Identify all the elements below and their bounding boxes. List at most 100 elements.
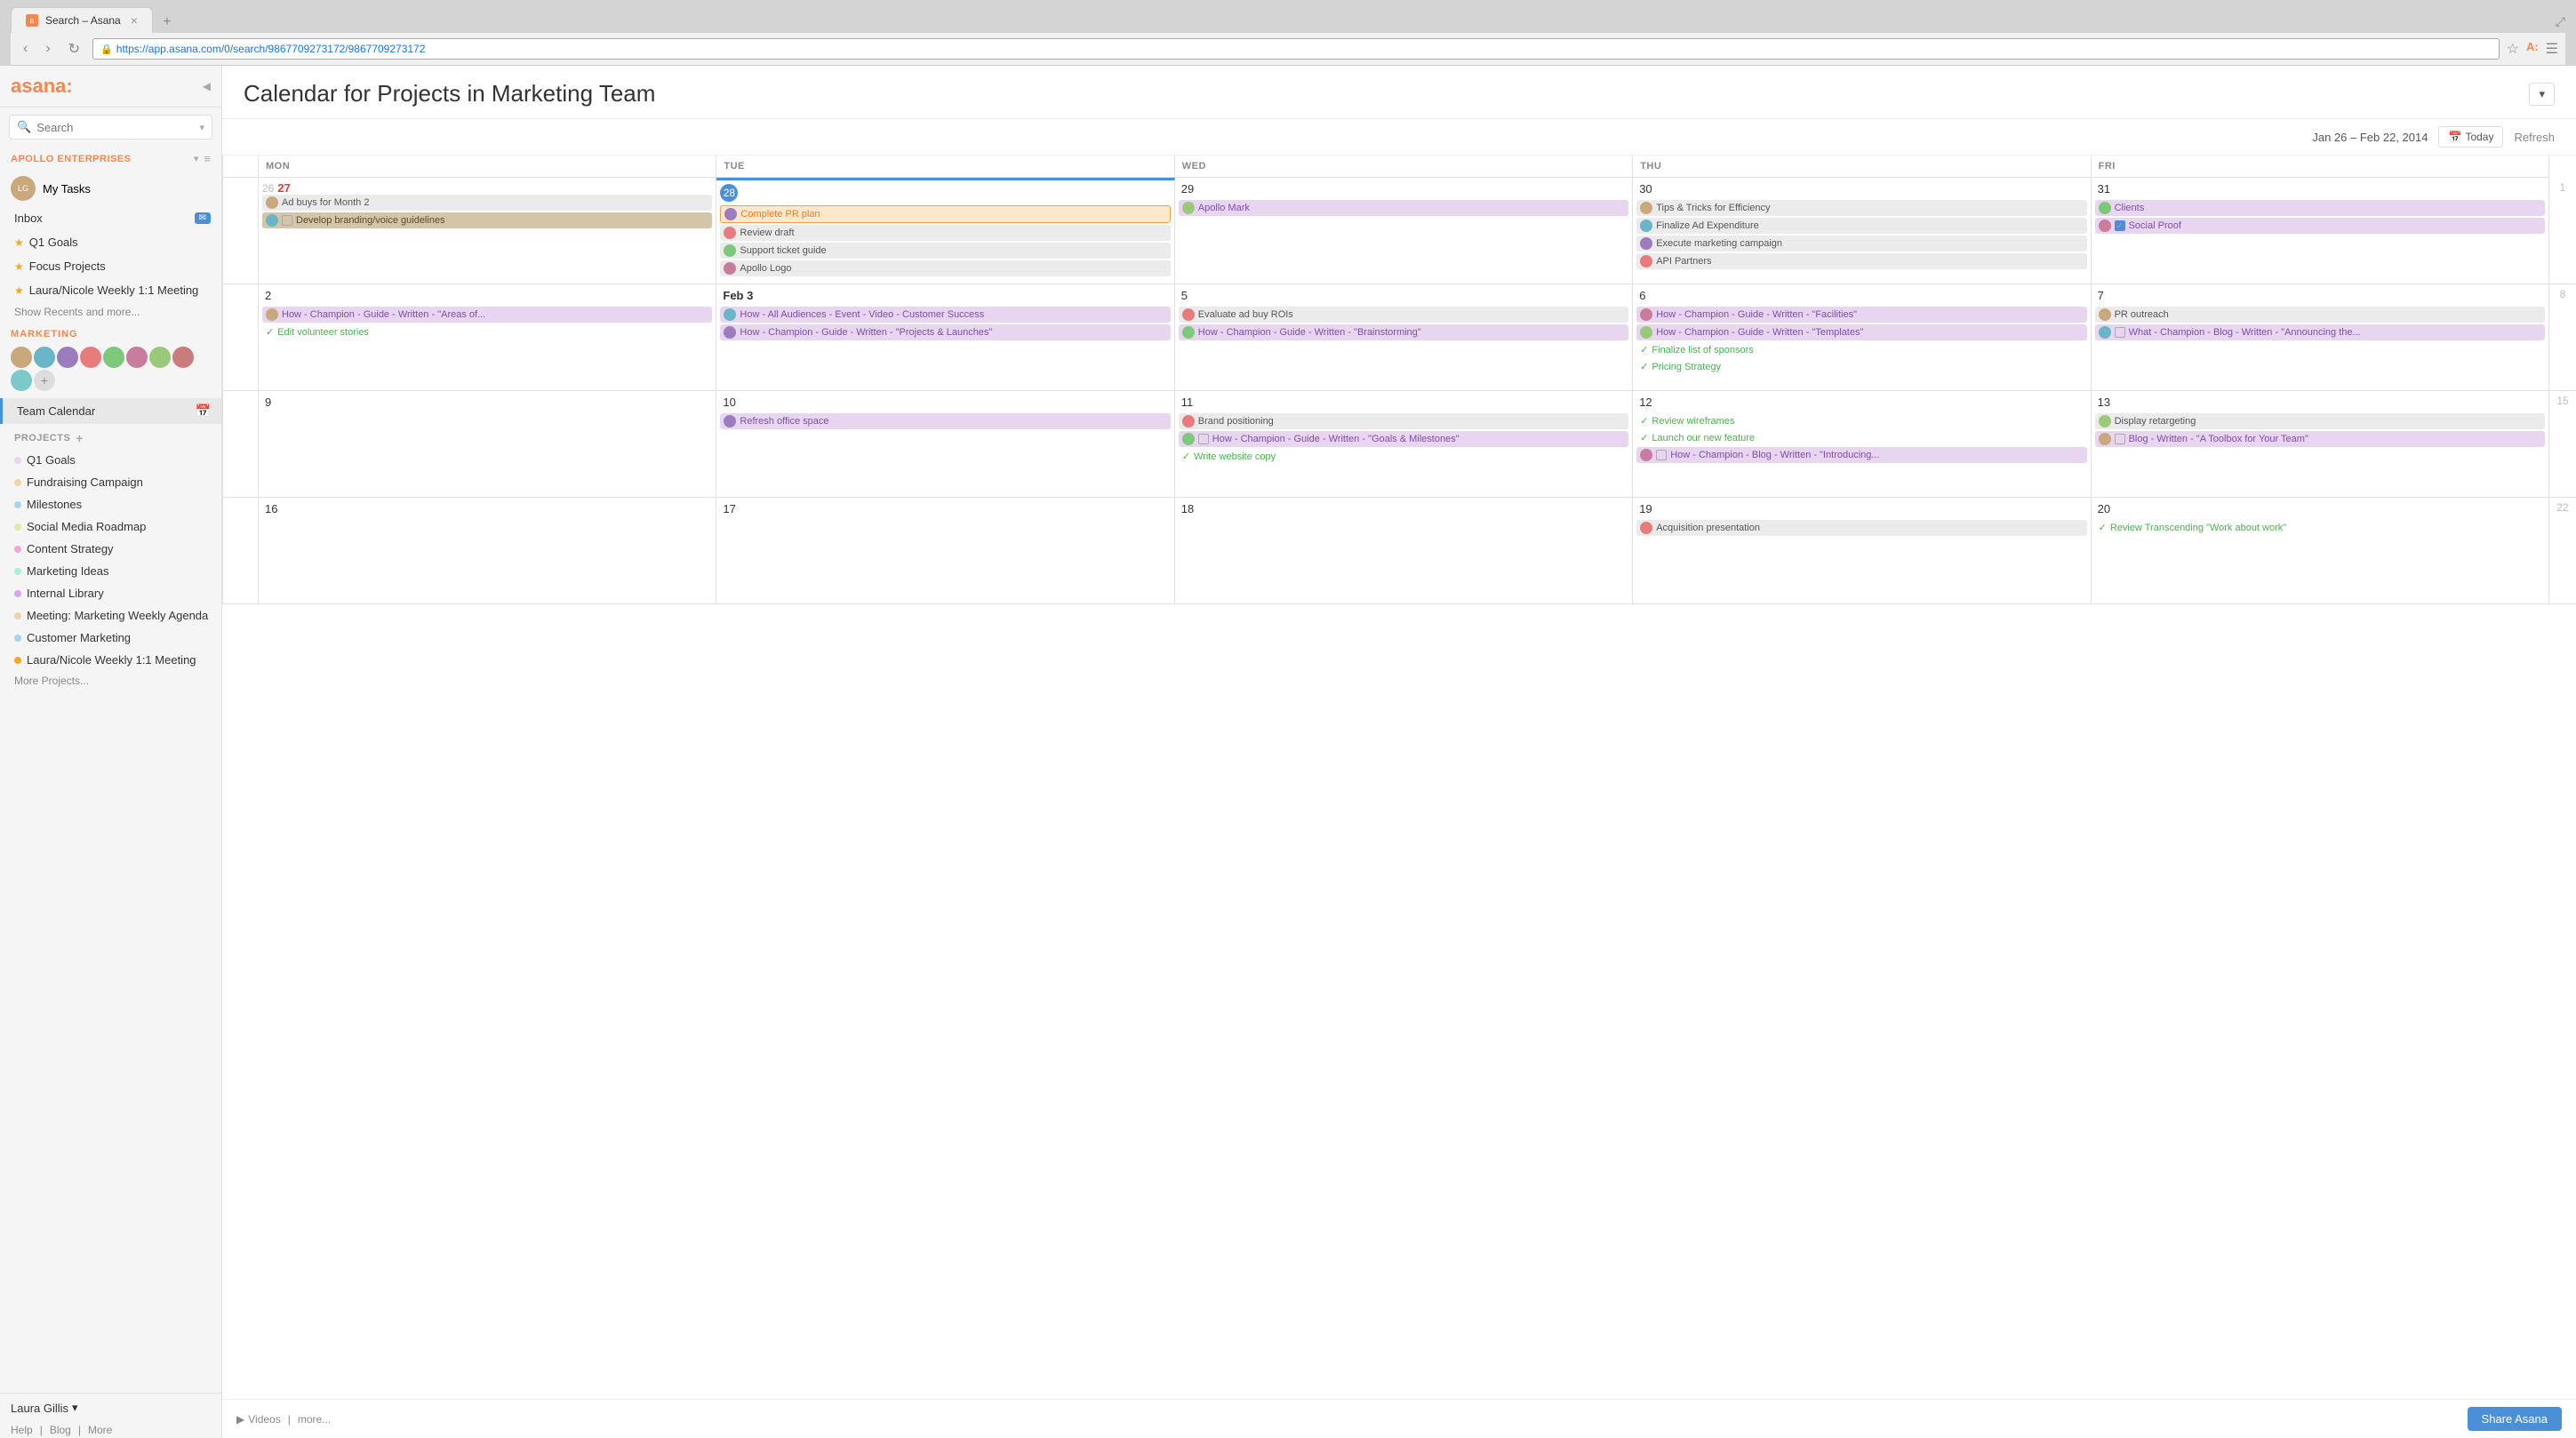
more-bottom-link[interactable]: more... xyxy=(298,1413,331,1426)
project-item-4[interactable]: Content Strategy xyxy=(0,538,221,560)
calendar-event[interactable]: Support ticket guide xyxy=(720,243,1170,259)
calendar-event[interactable]: Finalize Ad Expenditure xyxy=(1636,218,2086,234)
footer-user-btn[interactable]: Laura Gillis ▾ xyxy=(11,1401,78,1415)
calendar-event[interactable]: How - Champion - Guide - Written - "Brai… xyxy=(1179,324,1628,340)
url-bar[interactable]: 🔒 https://app.asana.com/0/search/9867709… xyxy=(92,38,2500,60)
inbox-item[interactable]: Inbox ✉ xyxy=(0,206,221,230)
today-btn[interactable]: 📅 Today xyxy=(2438,126,2503,148)
calendar-event[interactable]: How - All Audiences - Event - Video - Cu… xyxy=(720,307,1170,323)
project-item-0[interactable]: Q1 Goals xyxy=(0,449,221,471)
project-item-7[interactable]: Meeting: Marketing Weekly Agenda xyxy=(0,604,221,627)
show-recents-link[interactable]: Show Recents and more... xyxy=(0,302,221,322)
q1-goals-item[interactable]: ★ Q1 Goals xyxy=(0,230,221,254)
add-team-member-btn[interactable]: + xyxy=(34,370,55,391)
team-avatars-container: + xyxy=(0,343,221,398)
calendar-event[interactable]: How - Champion - Guide - Written - "Proj… xyxy=(720,324,1170,340)
calendar-event[interactable]: How - Champion - Blog - Written - "Intro… xyxy=(1636,447,2086,463)
calendar-event[interactable]: How - Champion - Guide - Written - "Temp… xyxy=(1636,324,2086,340)
my-tasks-item[interactable]: LG My Tasks xyxy=(0,171,221,206)
calendar-event[interactable]: Apollo Logo xyxy=(720,260,1170,276)
page-title: Calendar for Projects in Marketing Team xyxy=(244,80,655,108)
sidebar-header: asana: ◀ xyxy=(0,66,221,108)
project-item-9[interactable]: Laura/Nicole Weekly 1:1 Meeting xyxy=(0,649,221,671)
calendar-event[interactable]: API Partners xyxy=(1636,253,2086,269)
calendar-event[interactable]: ✓ Launch our new feature xyxy=(1636,430,2086,445)
calendar-event[interactable]: Develop branding/voice guidelines xyxy=(262,212,712,228)
project-item-6[interactable]: Internal Library xyxy=(0,582,221,604)
new-tab-btn[interactable]: + xyxy=(156,12,178,33)
calendar-event[interactable]: How - Champion - Guide - Written - "Area… xyxy=(262,307,712,323)
menu-browser-btn[interactable]: ☰ xyxy=(2546,40,2558,58)
calendar-event[interactable]: Evaluate ad buy ROIs xyxy=(1179,307,1628,323)
collapse-sidebar-btn[interactable]: ◀ xyxy=(203,80,211,92)
project-item-5[interactable]: Marketing Ideas xyxy=(0,560,221,582)
star-browser-btn[interactable]: ☆ xyxy=(2507,40,2519,58)
project-item-8[interactable]: Customer Marketing xyxy=(0,627,221,649)
asana-browser-icon[interactable]: A: xyxy=(2526,40,2539,58)
calendar-event[interactable]: ✓ Edit volunteer stories xyxy=(262,324,712,340)
sidebar-menu-icon[interactable]: ≡ xyxy=(204,152,211,165)
q1-goals-star: ★ xyxy=(14,236,24,249)
add-project-btn[interactable]: + xyxy=(76,431,84,445)
refresh-btn[interactable]: Refresh xyxy=(2514,131,2555,144)
calendar-event[interactable]: Ad buys for Month 2 xyxy=(262,195,712,211)
calendar-event[interactable]: Review draft xyxy=(720,225,1170,241)
bottom-bar: ▶ Videos | more... Share Asana xyxy=(222,1399,2576,1438)
expand-btn[interactable]: ⤢ xyxy=(2556,14,2565,33)
more-projects-link[interactable]: More Projects... xyxy=(0,671,221,691)
focus-projects-item[interactable]: ★ Focus Projects xyxy=(0,254,221,278)
team-avatar-1 xyxy=(11,347,32,368)
cal-day-w1-c4: 5Evaluate ad buy ROIsHow - Champion - Gu… xyxy=(1175,284,1633,391)
project-item-1[interactable]: Fundraising Campaign xyxy=(0,471,221,493)
inbox-badge: ✉ xyxy=(195,212,211,224)
org-header[interactable]: APOLLO ENTERPRISES ▾ ≡ xyxy=(0,147,221,171)
calendar-event[interactable]: How - Champion - Guide - Written - "Goal… xyxy=(1179,431,1628,447)
calendar-event[interactable]: Complete PR plan xyxy=(720,205,1170,223)
calendar-event[interactable]: PR outreach xyxy=(2095,307,2545,323)
org-name: APOLLO ENTERPRISES xyxy=(11,154,132,164)
calendar-event[interactable]: Acquisition presentation xyxy=(1636,520,2086,536)
project-dot xyxy=(14,523,21,531)
project-dot xyxy=(14,479,21,486)
share-asana-btn[interactable]: Share Asana xyxy=(2468,1407,2562,1431)
project-dot xyxy=(14,657,21,664)
calendar-event[interactable]: Brand positioning xyxy=(1179,413,1628,429)
forward-btn[interactable]: › xyxy=(40,39,55,59)
search-dropdown-btn[interactable]: ▾ xyxy=(199,122,204,133)
team-avatar-2 xyxy=(34,347,55,368)
week-num-header xyxy=(223,156,259,178)
calendar-event[interactable]: Clients xyxy=(2095,200,2545,216)
team-calendar-item[interactable]: Team Calendar 📅 xyxy=(0,398,221,424)
calendar-event[interactable]: ✓ Pricing Strategy xyxy=(1636,359,2086,374)
back-btn[interactable]: ‹ xyxy=(18,39,33,59)
search-input[interactable] xyxy=(36,121,194,134)
laura-meeting-item[interactable]: ★ Laura/Nicole Weekly 1:1 Meeting xyxy=(0,278,221,302)
calendar-event[interactable]: ✓Social Proof xyxy=(2095,218,2545,234)
calendar-event[interactable]: Apollo Mark xyxy=(1179,200,1628,216)
tab-close-btn[interactable]: × xyxy=(131,13,138,28)
videos-link[interactable]: ▶ Videos xyxy=(236,1413,281,1426)
cal-day-w1-c3: Feb 3How - All Audiences - Event - Video… xyxy=(716,284,1174,391)
week-num-0 xyxy=(223,178,259,284)
cal-day-w3-c6: 20✓ Review Transcending "Work about work… xyxy=(2092,498,2549,604)
calendar-event[interactable]: What - Champion - Blog - Written - "Anno… xyxy=(2095,324,2545,340)
cal-day-w1-c6: 7PR outreachWhat - Champion - Blog - Wri… xyxy=(2092,284,2549,391)
overflow-date-1: 8 xyxy=(2549,284,2576,391)
overflow-date-0: 1 xyxy=(2549,178,2576,284)
calendar-event[interactable]: ✓ Review wireframes xyxy=(1636,413,2086,428)
calendar-event[interactable]: How - Champion - Guide - Written - "Faci… xyxy=(1636,307,2086,323)
calendar-event[interactable]: ✓ Review Transcending "Work about work" xyxy=(2095,520,2545,535)
browser-tab[interactable]: a Search – Asana × xyxy=(11,7,153,33)
calendar-event[interactable]: Blog - Written - "A Toolbox for Your Tea… xyxy=(2095,431,2545,447)
calendar-event[interactable]: ✓ Write website copy xyxy=(1179,449,1628,464)
refresh-browser-btn[interactable]: ↻ xyxy=(63,38,85,60)
header-dropdown-btn[interactable]: ▾ xyxy=(2529,83,2555,106)
calendar-event[interactable]: Tips & Tricks for Efficiency xyxy=(1636,200,2086,216)
project-item-3[interactable]: Social Media Roadmap xyxy=(0,515,221,538)
calendar-event[interactable]: Execute marketing campaign xyxy=(1636,236,2086,252)
cal-day-w3-c2: 16 xyxy=(259,498,716,604)
calendar-event[interactable]: ✓ Finalize list of sponsors xyxy=(1636,342,2086,357)
calendar-event[interactable]: Display retargeting xyxy=(2095,413,2545,429)
project-item-2[interactable]: Milestones xyxy=(0,493,221,515)
calendar-event[interactable]: Refresh office space xyxy=(720,413,1170,429)
